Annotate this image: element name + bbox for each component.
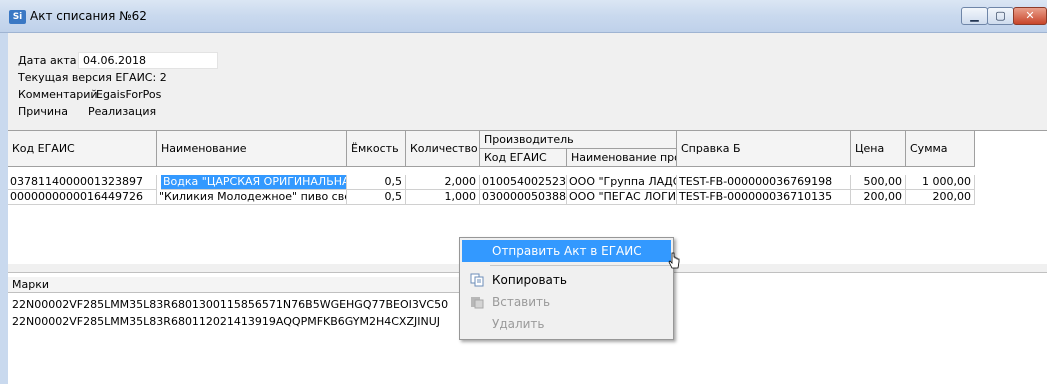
cell-capacity[interactable]: 0,5	[347, 175, 406, 190]
col-header-certificate[interactable]: Справка Б	[677, 131, 851, 167]
col-header-code[interactable]: Код ЕГАИС	[8, 131, 157, 167]
cell-producer-name[interactable]: ООО "ПЕГАС ЛОГИСТИК"	[567, 190, 677, 205]
cell-capacity[interactable]: 0,5	[347, 190, 406, 205]
cell-price[interactable]: 500,00	[851, 175, 906, 190]
window-left-border	[0, 33, 8, 384]
comment-value[interactable]: EgaisForPos	[96, 88, 161, 101]
marks-header[interactable]: Марки	[8, 277, 468, 293]
copy-menu-item[interactable]: Копировать	[462, 269, 671, 291]
col-header-producer-code[interactable]: Код ЕГАИС	[480, 149, 567, 167]
reason-value[interactable]: Реализация	[88, 105, 156, 118]
mark-row[interactable]: 22N00002VF285LMM35L83R680112021413919AQQ…	[12, 315, 440, 328]
date-label: Дата акта	[18, 54, 77, 67]
cell-certificate[interactable]: TEST-FB-000000036769198	[677, 175, 851, 190]
context-menu: Отправить Акт в ЕГАИС Копировать Вставит…	[459, 237, 674, 340]
cell-quantity[interactable]: 1,000	[406, 190, 480, 205]
cell-code[interactable]: 0378114000001323897	[8, 175, 157, 190]
window-title: Акт списания №62	[30, 9, 147, 23]
copy-icon	[470, 273, 484, 287]
paste-label: Вставить	[492, 295, 551, 309]
cell-quantity[interactable]: 2,000	[406, 175, 480, 190]
cell-name[interactable]: "Киликия Молодежное" пиво светлое	[157, 190, 347, 205]
col-header-quantity[interactable]: Количество	[406, 131, 480, 167]
menu-separator	[490, 265, 670, 266]
col-header-producer-name[interactable]: Наименование производителя	[567, 149, 677, 167]
col-header-capacity[interactable]: Ёмкость	[347, 131, 406, 167]
cell-sum[interactable]: 1 000,00	[906, 175, 975, 190]
paste-icon	[471, 297, 484, 309]
col-header-name[interactable]: Наименование	[157, 131, 347, 167]
app-icon: Si	[9, 10, 26, 24]
comment-label: Комментарий	[18, 88, 98, 101]
mark-row[interactable]: 22N00002VF285LMM35L83R6801300115856571N7…	[12, 298, 448, 311]
delete-menu-item[interactable]: Удалить	[462, 313, 671, 335]
cell-producer-code[interactable]: 030000050388	[480, 190, 567, 205]
cell-price[interactable]: 200,00	[851, 190, 906, 205]
title-bar[interactable]: Si Акт списания №62 ▁ ▢ ✕	[0, 0, 1047, 33]
reason-label: Причина	[18, 105, 68, 118]
paste-menu-item[interactable]: Вставить	[462, 291, 671, 313]
minimize-button[interactable]: ▁	[961, 7, 988, 25]
send-to-egais-label: Отправить Акт в ЕГАИС	[492, 244, 642, 258]
col-header-producer[interactable]: Производитель	[480, 131, 677, 149]
cell-name-selected[interactable]: Водка "ЦАРСКАЯ ОРИГИНАЛЬНАЯ"	[161, 175, 347, 190]
cell-code[interactable]: 0000000000016449726	[8, 190, 157, 205]
cell-certificate[interactable]: TEST-FB-000000036710135	[677, 190, 851, 205]
cell-producer-code[interactable]: 010054002523	[480, 175, 567, 190]
copy-label: Копировать	[492, 273, 567, 287]
col-header-price[interactable]: Цена	[851, 131, 906, 167]
close-button[interactable]: ✕	[1013, 7, 1047, 25]
col-header-sum[interactable]: Сумма	[906, 131, 975, 167]
cell-sum[interactable]: 200,00	[906, 190, 975, 205]
date-field[interactable]: 04.06.2018	[78, 52, 218, 69]
egais-version-label: Текущая версия ЕГАИС: 2	[18, 71, 167, 84]
send-to-egais-menu-item[interactable]: Отправить Акт в ЕГАИС	[462, 240, 671, 262]
hand-cursor-icon	[668, 252, 680, 269]
maximize-button[interactable]: ▢	[987, 7, 1014, 25]
delete-label: Удалить	[492, 317, 545, 331]
cell-producer-name[interactable]: ООО "Группа ЛАДОГА"	[567, 175, 677, 190]
